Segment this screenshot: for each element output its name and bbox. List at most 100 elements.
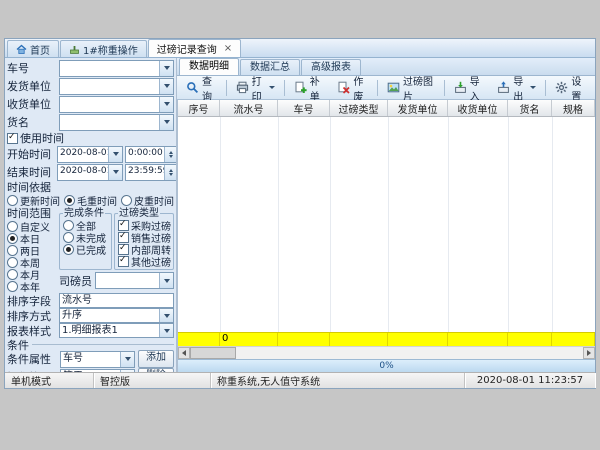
start-time-spinbox[interactable]: 0:00:00 (125, 146, 177, 163)
column-header-weigh-type[interactable]: 过磅类型 (330, 100, 388, 116)
app-window: 首页 1#称重操作 过磅记录查询 × 车号 (4, 38, 596, 389)
chevron-down-icon[interactable] (120, 352, 134, 367)
radio-icon (7, 233, 18, 244)
checkbox-other-weigh[interactable]: 其他过磅 (118, 256, 171, 267)
tab-label: 高级报表 (311, 62, 351, 73)
end-time-row: 结束时间 2020-08-01 23:59:59 (7, 164, 174, 180)
goods-label: 货名 (7, 114, 57, 130)
scroll-right-button[interactable] (583, 347, 595, 359)
column-header-seq[interactable]: 序号 (178, 100, 220, 116)
weigher-combo[interactable] (95, 272, 174, 289)
toolbar-separator (444, 80, 445, 96)
void-doc-icon (337, 81, 350, 94)
sender-label: 发货单位 (7, 78, 57, 94)
checkbox-icon (118, 256, 129, 267)
end-time-label: 结束时间 (7, 164, 55, 180)
end-time-spinbox[interactable]: 23:59:59 (125, 164, 177, 181)
chevron-down-icon[interactable] (159, 79, 173, 94)
void-button[interactable]: 作废 (331, 77, 374, 98)
chevron-down-icon[interactable] (159, 309, 173, 322)
radio-icon (64, 195, 75, 206)
button-label: 补单 (310, 73, 325, 103)
use-time-checkbox[interactable]: 使用时间 (7, 130, 64, 146)
chevron-down-icon[interactable] (159, 273, 173, 288)
end-date-combo[interactable]: 2020-08-01 (57, 164, 123, 181)
checkbox-icon (118, 232, 129, 243)
combo-value (60, 97, 159, 112)
time-spinner[interactable] (164, 147, 176, 162)
finish-type-column: 完成条件 全部 未完成 已完成 过磅类型 采购过磅 销售过磅 内部周转 其他过磅 (59, 208, 174, 292)
chevron-down-icon[interactable] (159, 115, 173, 130)
radio-finish-complete[interactable]: 已完成 (63, 244, 109, 255)
radio-gross-time[interactable]: 毛重时间 (64, 193, 117, 208)
add-condition-button[interactable]: 添加 (138, 350, 174, 368)
chevron-down-icon (530, 86, 536, 89)
column-gridline (388, 117, 389, 332)
goods-combo[interactable] (59, 114, 174, 131)
scrollbar-thumb[interactable] (190, 347, 236, 359)
close-icon[interactable]: × (224, 44, 232, 54)
column-header-spec[interactable]: 规格 (552, 100, 595, 116)
sort-field-row: 排序字段 流水号 (7, 293, 174, 308)
start-date-combo[interactable]: 2020-08-01 (57, 146, 123, 163)
tab-home[interactable]: 首页 (7, 40, 59, 57)
print-button[interactable]: 打印 (230, 77, 281, 98)
table-body-empty[interactable] (178, 117, 595, 332)
toolbar-separator (284, 80, 285, 96)
settings-button[interactable]: 设置 (549, 77, 592, 98)
radio-icon (63, 220, 74, 231)
summary-cell (330, 333, 388, 346)
column-header-receiver[interactable]: 收货单位 (448, 100, 508, 116)
chevron-down-icon[interactable] (108, 165, 122, 180)
weigh-photos-button[interactable]: 过磅图片 (381, 77, 441, 98)
radio-icon (63, 232, 74, 243)
time-spinner[interactable] (164, 165, 176, 180)
home-icon (16, 44, 27, 55)
query-button[interactable]: 查询 (180, 77, 223, 98)
receiver-combo[interactable] (59, 96, 174, 113)
scroll-left-button[interactable] (178, 347, 190, 359)
column-header-vehicle[interactable]: 车号 (278, 100, 330, 116)
supplement-order-button[interactable]: 补单 (288, 77, 331, 98)
tab-label: 首页 (30, 42, 50, 57)
column-header-goods[interactable]: 货名 (508, 100, 552, 116)
column-header-sender[interactable]: 发货单位 (388, 100, 448, 116)
import-button[interactable]: 导入 (448, 77, 491, 98)
screen: 首页 1#称重操作 过磅记录查询 × 车号 (0, 0, 600, 450)
vehicle-combo[interactable] (59, 60, 174, 77)
filter-row-goods: 货名 (7, 114, 174, 130)
radio-icon (7, 221, 18, 232)
chevron-down-icon[interactable] (159, 97, 173, 112)
scrollbar-track[interactable] (236, 347, 583, 359)
chevron-down-icon[interactable] (108, 147, 122, 162)
combo-value: 车号 (61, 352, 120, 367)
time-basis-options: 更新时间 毛重时间 皮重时间 (7, 194, 174, 207)
sender-combo[interactable] (59, 78, 174, 95)
sort-order-combo[interactable]: 升序 (59, 308, 174, 323)
horizontal-scrollbar[interactable] (178, 346, 595, 359)
start-time-row: 开始时间 2020-08-01 0:00:00 (7, 146, 174, 162)
radio-range-year[interactable]: 本年 (7, 281, 57, 292)
radio-icon (63, 244, 74, 255)
receiver-label: 收货单位 (7, 96, 57, 112)
sort-field-input[interactable]: 流水号 (59, 293, 174, 308)
condition-header: 条件 (7, 339, 174, 350)
tab-data-summary[interactable]: 数据汇总 (240, 59, 300, 75)
tab-weigh-record-query[interactable]: 过磅记录查询 × (148, 39, 241, 57)
column-header-serial[interactable]: 流水号 (220, 100, 278, 116)
tab-weigh-operation[interactable]: 1#称重操作 (60, 40, 147, 57)
checkbox-icon (7, 133, 18, 144)
radio-update-time[interactable]: 更新时间 (7, 193, 60, 208)
radio-icon (7, 269, 18, 280)
filter-row-sender: 发货单位 (7, 78, 174, 94)
radio-tare-time[interactable]: 皮重时间 (121, 193, 174, 208)
radio-icon (7, 257, 18, 268)
condition-attr-row: 条件属性 车号 添加 (7, 350, 174, 368)
condition-attr-combo[interactable]: 车号 (60, 351, 135, 368)
summary-cell (278, 333, 330, 346)
report-style-combo[interactable]: 1.明细报表1 (59, 323, 174, 338)
export-button[interactable]: 导出 (491, 77, 542, 98)
chevron-down-icon[interactable] (159, 61, 173, 76)
chevron-down-icon[interactable] (159, 324, 173, 337)
summary-cell (552, 333, 595, 346)
